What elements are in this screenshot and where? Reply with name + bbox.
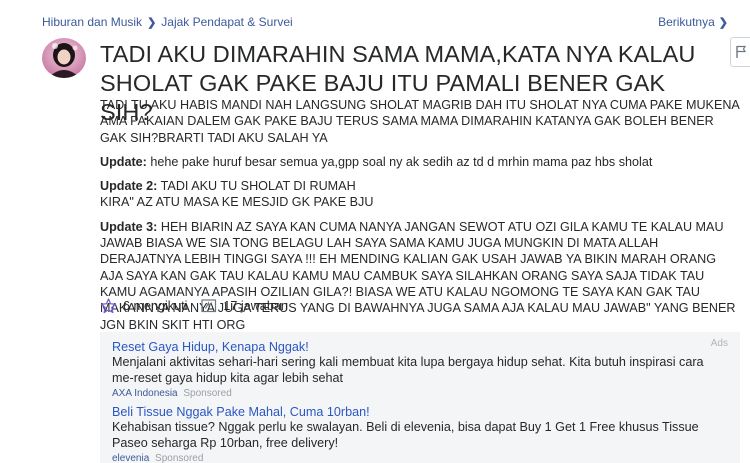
answers-link[interactable]: 17 jawaban bbox=[201, 298, 288, 314]
ad-text: Menjalani aktivitas sehari-hari sering k… bbox=[112, 355, 704, 385]
chevron-right-icon: ❯ bbox=[718, 16, 728, 29]
ad-item[interactable]: Beli Tissue Nggak Pake Mahal, Cuma 10rba… bbox=[112, 404, 722, 463]
update-2: Update 2: TADI AKU TU SHOLAT DI RUMAH KI… bbox=[100, 178, 740, 211]
update-label: Update: bbox=[100, 154, 147, 169]
report-flag-button[interactable] bbox=[730, 37, 750, 67]
ad-source[interactable]: AXA Indonesia bbox=[112, 388, 178, 399]
update-label: Update 2: bbox=[100, 179, 158, 194]
follow-count: 6 mengikuti bbox=[123, 299, 188, 313]
ad-meta: AXA Indonesia Sponsored bbox=[112, 387, 722, 401]
flag-icon bbox=[736, 45, 747, 58]
follow-button[interactable]: 6 mengikuti bbox=[100, 298, 187, 314]
avatar[interactable] bbox=[42, 38, 86, 78]
breadcrumb: Hiburan dan Musik ❯ Jajak Pendapat & Sur… bbox=[42, 15, 293, 29]
chevron-right-icon: ❯ bbox=[147, 16, 157, 29]
question-actions: 6 mengikuti 17 jawaban bbox=[100, 296, 302, 316]
top-navigation: Hiburan dan Musik ❯ Jajak Pendapat & Sur… bbox=[42, 14, 742, 32]
ad-title[interactable]: Reset Gaya Hidup, Kenapa Nggak! bbox=[112, 339, 722, 355]
answer-icon bbox=[201, 298, 217, 312]
star-outline-icon bbox=[100, 298, 117, 314]
answers-count: 17 jawaban bbox=[223, 299, 288, 313]
ad-item[interactable]: Reset Gaya Hidup, Kenapa Nggak! Menjalan… bbox=[112, 339, 722, 401]
sponsored-ads: Ads Reset Gaya Hidup, Kenapa Nggak! Menj… bbox=[100, 332, 740, 463]
breadcrumb-subcategory[interactable]: Jajak Pendapat & Survei bbox=[161, 15, 292, 29]
ad-meta: elevenia Sponsored bbox=[112, 452, 722, 463]
sponsored-label: Sponsored bbox=[155, 453, 204, 463]
update-label: Update 3: bbox=[100, 219, 158, 234]
update-text-line-2: KIRA" AZ ATU MASA KE MESJID GK PAKE BJU bbox=[100, 195, 374, 210]
ad-text: Kehabisan tissue? Nggak perlu ke swalaya… bbox=[112, 420, 699, 450]
update-text: TADI AKU TU SHOLAT DI RUMAH bbox=[160, 179, 356, 194]
ad-title[interactable]: Beli Tissue Nggak Pake Mahal, Cuma 10rba… bbox=[112, 404, 722, 420]
question-details: TADI TU AKU HABIS MANDI NAH LANGSUNG SHO… bbox=[100, 98, 740, 145]
next-label: Berikutnya bbox=[658, 15, 715, 29]
sponsored-label: Sponsored bbox=[183, 388, 232, 399]
next-question-link[interactable]: Berikutnya ❯ bbox=[658, 15, 728, 29]
breadcrumb-category[interactable]: Hiburan dan Musik bbox=[42, 15, 142, 29]
update-text: hehe pake huruf besar semua ya,gpp soal … bbox=[150, 154, 653, 169]
update-1: Update: hehe pake huruf besar semua ya,g… bbox=[100, 154, 740, 170]
ad-source[interactable]: elevenia bbox=[112, 453, 149, 463]
avatar-image bbox=[42, 38, 86, 78]
